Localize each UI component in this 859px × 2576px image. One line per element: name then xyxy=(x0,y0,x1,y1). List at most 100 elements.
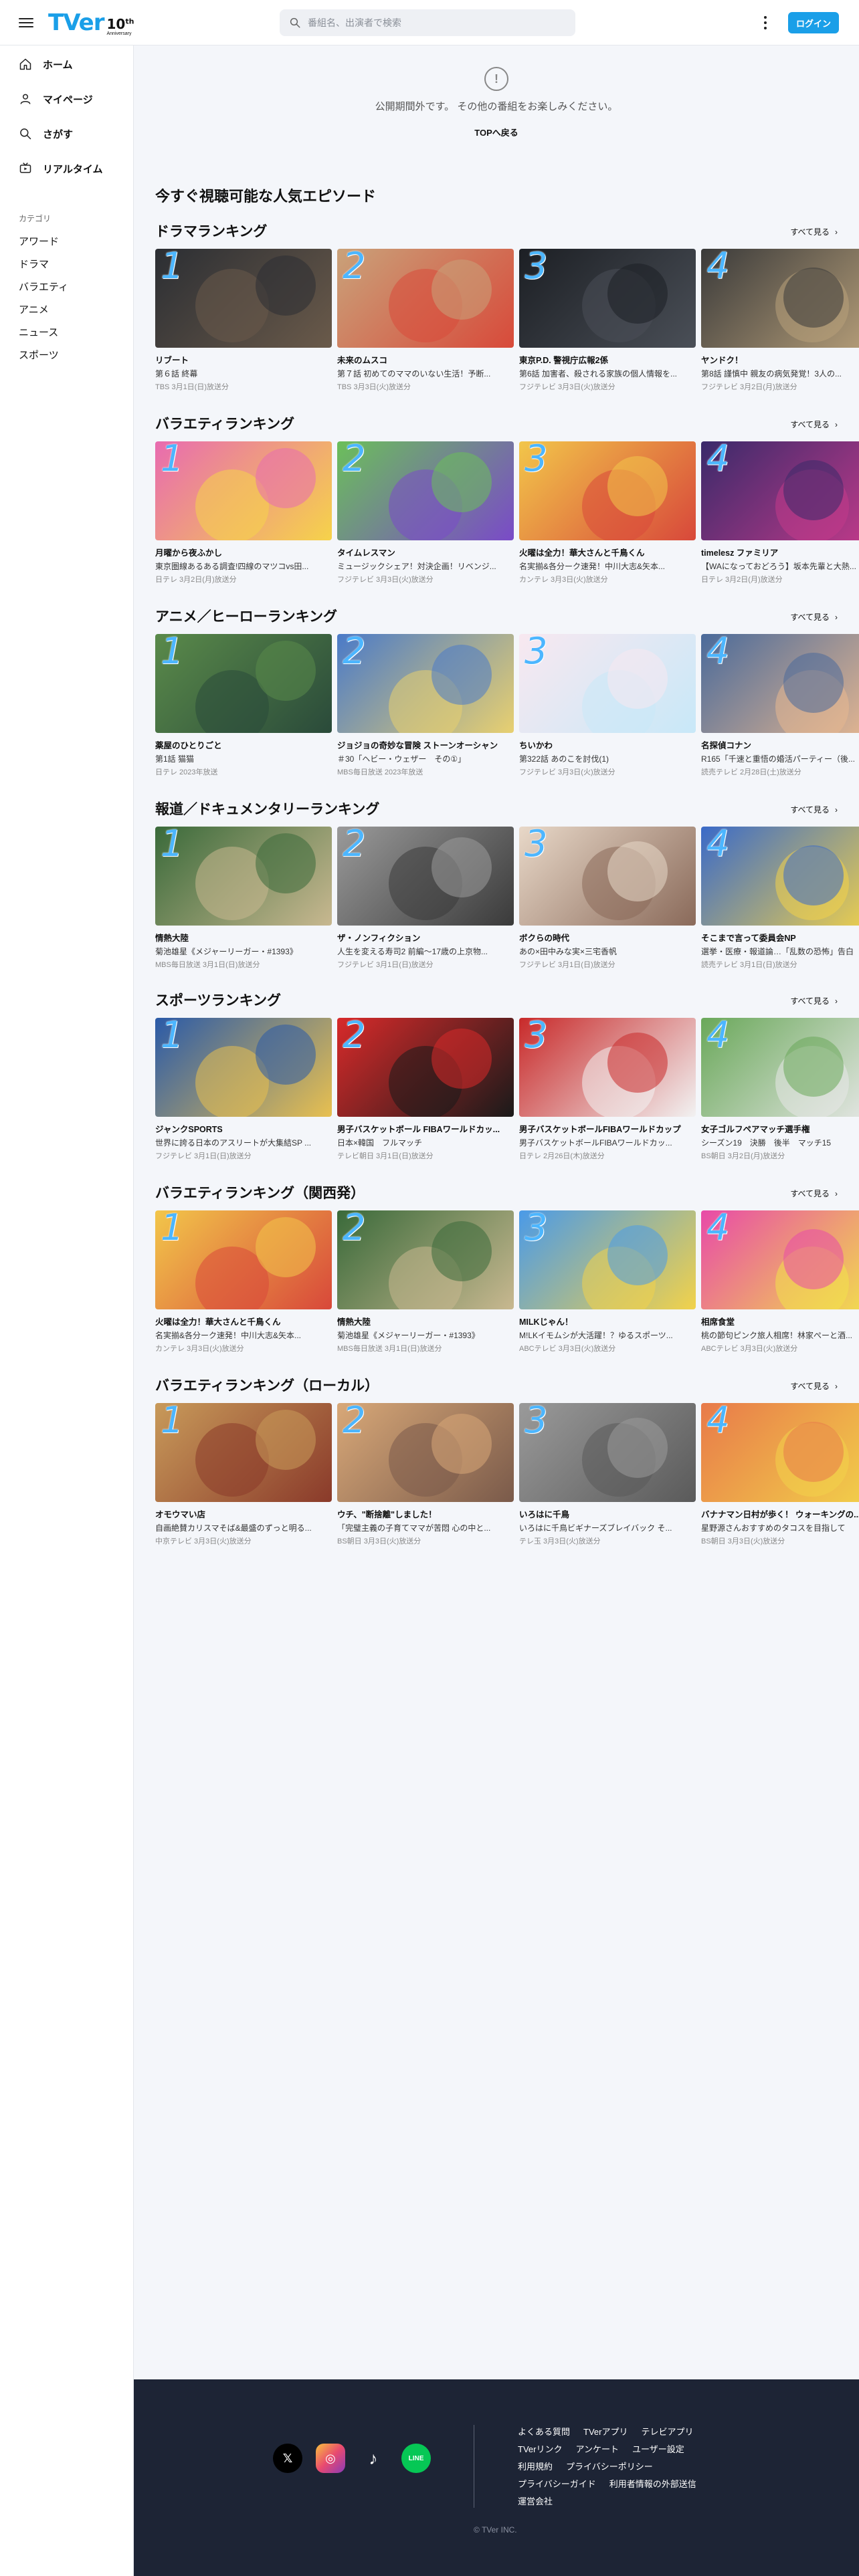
episode-card[interactable]: 1 ジャンクSPORTS 世界に誇る日本のアスリートが大集結SP ... フジテレビ … xyxy=(155,1018,332,1161)
episode-card[interactable]: 2 情熱大陸 菊池雄星《メジャーリーガー・#1393》 MBS毎日放送 3月1日(日)… xyxy=(337,1210,514,1354)
nav-home[interactable]: ホーム xyxy=(0,47,133,82)
footer-link-external-transmission[interactable]: 利用者情報の外部送信 xyxy=(609,2478,696,2490)
episode-thumbnail: 3 xyxy=(519,1403,696,1502)
see-all-link[interactable]: すべて見る › xyxy=(790,1380,838,1392)
episode-card[interactable]: 4 名探偵コナン R165「千速と重悟の婚活パーティー（後... 読売テレビ 2月28… xyxy=(701,634,859,777)
episode-title: 月曜から夜ふかし xyxy=(155,548,223,558)
back-to-top-link[interactable]: TOPへ戻る xyxy=(134,126,859,138)
line-icon[interactable]: LINE xyxy=(401,2444,431,2473)
episode-card[interactable]: 1 リブート 第６話 終幕 TBS 3月1日(日)放送分 xyxy=(155,249,332,392)
episode-card[interactable]: 3 MILKじゃん！ M!LKイモムシが大活躍！？ゆるスポーツ... ABCテレビ 3… xyxy=(519,1210,696,1354)
episode-card[interactable]: 3 男子バスケットボールFIBAワールドカップ 男子バスケットボールFIBAワールド… xyxy=(519,1018,696,1161)
episode-card[interactable]: 4 そこまで言って委員会NP 選挙・医療・報道論…「乱数の恐怖」告白 読売テレビ 3月… xyxy=(701,827,859,970)
thumbnail-decoration xyxy=(432,1414,492,1474)
episode-title: 東京P.D. 警視庁広報2係 xyxy=(519,356,609,365)
footer-link-privacy-policy[interactable]: プライバシーポリシー xyxy=(566,2461,653,2473)
see-all-link[interactable]: すべて見る › xyxy=(790,804,838,815)
see-all-link[interactable]: すべて見る › xyxy=(790,1188,838,1199)
episode-title: ジョジョの奇妙な冒険 ストーンオーシャン xyxy=(337,741,498,750)
episode-card[interactable]: 2 未来のムスコ 第７話 初めてのママのいない生活！予断... TBS 3月3日(火)… xyxy=(337,249,514,392)
search-bar[interactable] xyxy=(280,9,575,36)
hamburger-menu-icon[interactable] xyxy=(19,15,33,30)
episode-thumbnail: 4 xyxy=(701,1403,859,1502)
episode-title: バナナマン日村が歩く！ ウォーキングの... xyxy=(701,1510,859,1519)
footer-link-user-settings[interactable]: ユーザー設定 xyxy=(632,2444,684,2456)
episode-thumbnail: 3 xyxy=(519,441,696,540)
see-all-link[interactable]: すべて見る › xyxy=(790,226,838,237)
episode-card[interactable]: 1 月曜から夜ふかし 東京圏線あるある調査!四線のマツコvs田... 日テレ 3月2日… xyxy=(155,441,332,584)
episode-title: 情熱大陸 xyxy=(155,934,189,943)
episode-subtitle: あの×田中みな実×三宅香帆 xyxy=(519,947,617,956)
footer-link-company[interactable]: 運営会社 xyxy=(518,2496,553,2508)
episode-card[interactable]: 3 東京P.D. 警視庁広報2係 第6話 加害者、殺される家族の個人情報を... フジ… xyxy=(519,249,696,392)
search-icon xyxy=(20,128,31,140)
search-input[interactable] xyxy=(308,17,562,28)
episode-title: 情熱大陸 xyxy=(337,1317,371,1327)
tver-logo[interactable]: TVer 10th Anniversary xyxy=(48,9,134,36)
category-sports[interactable]: スポーツ xyxy=(0,344,133,367)
episode-meta: 読売テレビ 2月28日(土)放送分 xyxy=(701,768,801,776)
episode-thumbnail: 3 xyxy=(519,1018,696,1117)
footer-link-survey[interactable]: アンケート xyxy=(575,2444,618,2456)
episode-card[interactable]: 4 バナナマン日村が歩く！ ウォーキングの... 星野源さんおすすめのタコスを目指し… xyxy=(701,1403,859,1546)
footer-link-privacy-guide[interactable]: プライバシーガイド xyxy=(518,2478,596,2490)
instagram-icon[interactable]: ◎ xyxy=(316,2444,345,2473)
footer-link-faq[interactable]: よくある質問 xyxy=(518,2426,570,2438)
episode-card[interactable]: 3 ちいかわ 第322話 あのこを討伐(1) フジテレビ 3月3日(火)放送分 xyxy=(519,634,696,777)
episode-card[interactable]: 4 女子ゴルフペアマッチ選手権 シーズン19 決勝 後半 マッチ15 BS朝日 3月2… xyxy=(701,1018,859,1161)
rank-number: 4 xyxy=(706,1018,730,1056)
footer-link-tv-app[interactable]: テレビアプリ xyxy=(641,2426,693,2438)
nav-realtime[interactable]: リアルタイム xyxy=(0,151,133,186)
episode-card[interactable]: 3 いろはに千鳥 いろはに千鳥ビギナーズブレイバック そ... テレ玉 3月3日(火)… xyxy=(519,1403,696,1546)
category-award[interactable]: アワード xyxy=(0,231,133,253)
rank-number: 1 xyxy=(161,1018,184,1056)
episode-card[interactable]: 2 ウチ、"断捨離"しました！ 「完璧主義の子育てママが苦悶 心の中と... BS朝日… xyxy=(337,1403,514,1546)
episode-card[interactable]: 4 相席食堂 桃の節句ピンク旅人相席！林家ぺーと酒... ABCテレビ 3月3日(火)… xyxy=(701,1210,859,1354)
category-variety[interactable]: バラエティ xyxy=(0,276,133,299)
episode-meta: カンテレ 3月3日(火)放送分 xyxy=(519,576,608,584)
episode-card[interactable]: 3 ボクらの時代 あの×田中みな実×三宅香帆 フジテレビ 3月1日(日)放送分 xyxy=(519,827,696,970)
thumbnail-decoration xyxy=(783,653,844,713)
footer-link-app[interactable]: TVerアプリ xyxy=(583,2426,628,2438)
episode-card[interactable]: 4 timelesz ファミリア 【WAになっておどろう】坂本先輩と大熱... 日テレ… xyxy=(701,441,859,584)
episode-subtitle: 桃の節句ピンク旅人相席！林家ぺーと酒... xyxy=(701,1331,853,1340)
category-news[interactable]: ニュース xyxy=(0,322,133,344)
episode-card[interactable]: 1 薬屋のひとりごと 第1話 猫猫 日テレ 2023年放送 xyxy=(155,634,332,777)
episode-meta: ABCテレビ 3月3日(火)放送分 xyxy=(701,1345,798,1353)
nav-mypage[interactable]: マイページ xyxy=(0,82,133,116)
category-drama[interactable]: ドラマ xyxy=(0,253,133,276)
episode-card[interactable]: 4 ヤンドク！ 第8話 謹慎中 親友の病気発覚！3人の... フジテレビ 3月2日(月… xyxy=(701,249,859,392)
episode-card[interactable]: 2 男子バスケットボール FIBAワールドカッ... 日本×韓国 フルマッチ テレビ朝… xyxy=(337,1018,514,1161)
episode-card[interactable]: 2 ジョジョの奇妙な冒険 ストーンオーシャン ＃30「ヘビー・ウェザー その①」 MB… xyxy=(337,634,514,777)
see-all-link[interactable]: すべて見る › xyxy=(790,419,838,430)
rank-number: 2 xyxy=(343,1210,366,1249)
unavailable-notice: ! 公開期間外です。 その他の番組をお楽しみください。 TOPへ戻る xyxy=(134,45,859,154)
episode-meta: 中京テレビ 3月3日(火)放送分 xyxy=(155,1537,252,1545)
see-all-link[interactable]: すべて見る › xyxy=(790,611,838,623)
episode-card[interactable]: 1 情熱大陸 菊池雄星《メジャーリーガー・#1393》 MBS毎日放送 3月1日(日)… xyxy=(155,827,332,970)
episode-card[interactable]: 1 火曜は全力！華大さんと千鳥くん 名実揃&各分ーク速発！中川大志&矢本... カンテ… xyxy=(155,1210,332,1354)
episode-card[interactable]: 2 タイムレスマン ミュージックシェア！対決企画！リベンジ... フジテレビ 3月3日… xyxy=(337,441,514,584)
footer-link-tver-link[interactable]: TVerリンク xyxy=(518,2444,562,2456)
episode-card[interactable]: 2 ザ・ノンフィクション 人生を変える寿司2 前編～17歳の上京物... フジテレビ … xyxy=(337,827,514,970)
episode-meta: BS朝日 3月2日(月)放送分 xyxy=(701,1152,785,1160)
tiktok-icon[interactable]: ♪ xyxy=(359,2444,388,2473)
more-menu-icon[interactable] xyxy=(761,15,769,31)
see-all-link[interactable]: すべて見る › xyxy=(790,995,838,1006)
episode-card[interactable]: 1 オモウマい店 自画絶賛カリスマそば&最盛のずっと明る... 中京テレビ 3月3日(… xyxy=(155,1403,332,1546)
episode-card[interactable]: 3 火曜は全力！華大さんと千鳥くん 名実揃&各分ーク速発！中川大志&矢本... カンテ… xyxy=(519,441,696,584)
category-anime[interactable]: アニメ xyxy=(0,299,133,322)
x-icon[interactable]: 𝕏 xyxy=(273,2444,302,2473)
section-title: バラエティランキング xyxy=(155,417,295,432)
footer-link-terms[interactable]: 利用規約 xyxy=(518,2461,553,2473)
episode-title: 火曜は全力！華大さんと千鳥くん xyxy=(155,1317,281,1327)
episode-subtitle: 第322話 あのこを討伐(1) xyxy=(519,754,609,764)
episode-thumbnail: 3 xyxy=(519,634,696,733)
episode-meta: フジテレビ 3月1日(日)放送分 xyxy=(519,961,615,969)
thumbnail-decoration xyxy=(607,456,668,516)
rank-number: 1 xyxy=(161,441,184,479)
nav-search[interactable]: さがす xyxy=(0,116,133,151)
login-button[interactable]: ログイン xyxy=(788,12,839,33)
tv-icon xyxy=(19,163,31,173)
chevron-right-icon: › xyxy=(835,996,838,1006)
